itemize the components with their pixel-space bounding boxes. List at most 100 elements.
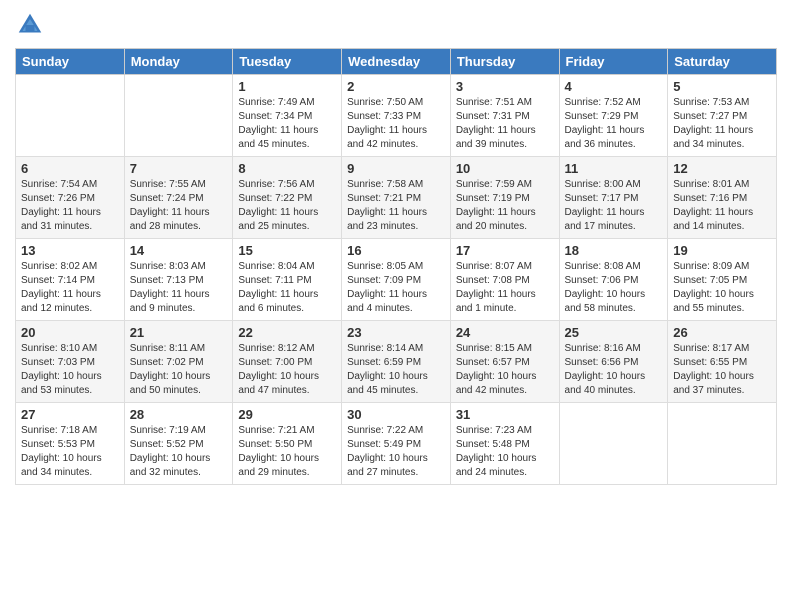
- day-number: 27: [21, 407, 119, 422]
- calendar-cell: 21 Sunrise: 8:11 AM Sunset: 7:02 PM Dayli…: [124, 321, 233, 403]
- calendar-week-row: 6 Sunrise: 7:54 AM Sunset: 7:26 PM Daylig…: [16, 157, 777, 239]
- day-info: Sunrise: 7:21 AM Sunset: 5:50 PM Dayligh…: [238, 424, 336, 480]
- day-info: Sunrise: 8:04 AM Sunset: 7:11 PM Dayligh…: [238, 260, 336, 316]
- day-info: Sunrise: 8:07 AM Sunset: 7:08 PM Dayligh…: [456, 260, 554, 316]
- day-info: Sunrise: 8:02 AM Sunset: 7:14 PM Dayligh…: [21, 260, 119, 316]
- weekday-header: Thursday: [450, 49, 559, 75]
- calendar-cell: 26 Sunrise: 8:17 AM Sunset: 6:55 PM Dayli…: [668, 321, 777, 403]
- day-number: 11: [565, 161, 663, 176]
- day-info: Sunrise: 8:17 AM Sunset: 6:55 PM Dayligh…: [673, 342, 771, 398]
- weekday-header: Wednesday: [342, 49, 451, 75]
- day-info: Sunrise: 7:23 AM Sunset: 5:48 PM Dayligh…: [456, 424, 554, 480]
- day-number: 12: [673, 161, 771, 176]
- day-info: Sunrise: 7:51 AM Sunset: 7:31 PM Dayligh…: [456, 96, 554, 152]
- day-number: 16: [347, 243, 445, 258]
- day-number: 10: [456, 161, 554, 176]
- day-info: Sunrise: 7:55 AM Sunset: 7:24 PM Dayligh…: [130, 178, 228, 234]
- weekday-row: SundayMondayTuesdayWednesdayThursdayFrid…: [16, 49, 777, 75]
- day-info: Sunrise: 8:03 AM Sunset: 7:13 PM Dayligh…: [130, 260, 228, 316]
- calendar-cell: 11 Sunrise: 8:00 AM Sunset: 7:17 PM Dayli…: [559, 157, 668, 239]
- day-info: Sunrise: 7:52 AM Sunset: 7:29 PM Dayligh…: [565, 96, 663, 152]
- day-number: 9: [347, 161, 445, 176]
- day-info: Sunrise: 7:54 AM Sunset: 7:26 PM Dayligh…: [21, 178, 119, 234]
- calendar-cell: 8 Sunrise: 7:56 AM Sunset: 7:22 PM Daylig…: [233, 157, 342, 239]
- header: [15, 10, 777, 40]
- calendar-cell: 17Sunrise: 8:07 AM Sunset: 7:08 PM Dayli…: [450, 239, 559, 321]
- day-info: Sunrise: 7:59 AM Sunset: 7:19 PM Dayligh…: [456, 178, 554, 234]
- calendar-cell: 30 Sunrise: 7:22 AM Sunset: 5:49 PM Dayli…: [342, 403, 451, 485]
- calendar-cell: 12Sunrise: 8:01 AM Sunset: 7:16 PM Dayli…: [668, 157, 777, 239]
- calendar-body: 1 Sunrise: 7:49 AM Sunset: 7:34 PM Daylig…: [16, 75, 777, 485]
- calendar-cell: 27Sunrise: 7:18 AM Sunset: 5:53 PM Dayli…: [16, 403, 125, 485]
- calendar-cell: [16, 75, 125, 157]
- day-info: Sunrise: 7:50 AM Sunset: 7:33 PM Dayligh…: [347, 96, 445, 152]
- calendar-table: SundayMondayTuesdayWednesdayThursdayFrid…: [15, 48, 777, 485]
- calendar-week-row: 13 Sunrise: 8:02 AM Sunset: 7:14 PM Dayli…: [16, 239, 777, 321]
- calendar-cell: 10 Sunrise: 7:59 AM Sunset: 7:19 PM Dayli…: [450, 157, 559, 239]
- day-number: 15: [238, 243, 336, 258]
- calendar-cell: 31 Sunrise: 7:23 AM Sunset: 5:48 PM Dayli…: [450, 403, 559, 485]
- day-info: Sunrise: 8:05 AM Sunset: 7:09 PM Dayligh…: [347, 260, 445, 316]
- weekday-header: Saturday: [668, 49, 777, 75]
- calendar-cell: 16 Sunrise: 8:05 AM Sunset: 7:09 PM Dayli…: [342, 239, 451, 321]
- calendar-cell: 2 Sunrise: 7:50 AM Sunset: 7:33 PM Daylig…: [342, 75, 451, 157]
- calendar-cell: 5 Sunrise: 7:53 AM Sunset: 7:27 PM Daylig…: [668, 75, 777, 157]
- day-number: 24: [456, 325, 554, 340]
- calendar-cell: 15 Sunrise: 8:04 AM Sunset: 7:11 PM Dayli…: [233, 239, 342, 321]
- calendar-cell: 14 Sunrise: 8:03 AM Sunset: 7:13 PM Dayli…: [124, 239, 233, 321]
- day-info: Sunrise: 7:22 AM Sunset: 5:49 PM Dayligh…: [347, 424, 445, 480]
- day-number: 26: [673, 325, 771, 340]
- day-number: 21: [130, 325, 228, 340]
- calendar-cell: 20 Sunrise: 8:10 AM Sunset: 7:03 PM Dayli…: [16, 321, 125, 403]
- day-info: Sunrise: 7:56 AM Sunset: 7:22 PM Dayligh…: [238, 178, 336, 234]
- day-number: 20: [21, 325, 119, 340]
- weekday-header: Monday: [124, 49, 233, 75]
- day-number: 30: [347, 407, 445, 422]
- calendar-cell: 18Sunrise: 8:08 AM Sunset: 7:06 PM Dayli…: [559, 239, 668, 321]
- day-number: 29: [238, 407, 336, 422]
- day-number: 4: [565, 79, 663, 94]
- calendar-cell: 7Sunrise: 7:55 AM Sunset: 7:24 PM Daylig…: [124, 157, 233, 239]
- page: SundayMondayTuesdayWednesdayThursdayFrid…: [0, 0, 792, 612]
- logo-icon: [15, 10, 45, 40]
- day-info: Sunrise: 8:16 AM Sunset: 6:56 PM Dayligh…: [565, 342, 663, 398]
- calendar-cell: 6 Sunrise: 7:54 AM Sunset: 7:26 PM Daylig…: [16, 157, 125, 239]
- day-info: Sunrise: 8:14 AM Sunset: 6:59 PM Dayligh…: [347, 342, 445, 398]
- calendar-cell: 24 Sunrise: 8:15 AM Sunset: 6:57 PM Dayli…: [450, 321, 559, 403]
- calendar-cell: [668, 403, 777, 485]
- day-info: Sunrise: 7:49 AM Sunset: 7:34 PM Dayligh…: [238, 96, 336, 152]
- calendar-cell: [124, 75, 233, 157]
- calendar-cell: 1 Sunrise: 7:49 AM Sunset: 7:34 PM Daylig…: [233, 75, 342, 157]
- day-number: 2: [347, 79, 445, 94]
- day-info: Sunrise: 7:58 AM Sunset: 7:21 PM Dayligh…: [347, 178, 445, 234]
- day-number: 1: [238, 79, 336, 94]
- day-number: 23: [347, 325, 445, 340]
- calendar-cell: 4 Sunrise: 7:52 AM Sunset: 7:29 PM Daylig…: [559, 75, 668, 157]
- calendar-cell: 28 Sunrise: 7:19 AM Sunset: 5:52 PM Dayli…: [124, 403, 233, 485]
- day-number: 25: [565, 325, 663, 340]
- calendar-header: SundayMondayTuesdayWednesdayThursdayFrid…: [16, 49, 777, 75]
- day-number: 28: [130, 407, 228, 422]
- weekday-header: Friday: [559, 49, 668, 75]
- day-info: Sunrise: 8:00 AM Sunset: 7:17 PM Dayligh…: [565, 178, 663, 234]
- calendar-cell: 3 Sunrise: 7:51 AM Sunset: 7:31 PM Daylig…: [450, 75, 559, 157]
- calendar-cell: 9 Sunrise: 7:58 AM Sunset: 7:21 PM Daylig…: [342, 157, 451, 239]
- calendar-cell: 22Sunrise: 8:12 AM Sunset: 7:00 PM Dayli…: [233, 321, 342, 403]
- day-info: Sunrise: 8:15 AM Sunset: 6:57 PM Dayligh…: [456, 342, 554, 398]
- calendar-week-row: 1 Sunrise: 7:49 AM Sunset: 7:34 PM Daylig…: [16, 75, 777, 157]
- calendar-cell: 25 Sunrise: 8:16 AM Sunset: 6:56 PM Dayli…: [559, 321, 668, 403]
- day-info: Sunrise: 8:08 AM Sunset: 7:06 PM Dayligh…: [565, 260, 663, 316]
- day-number: 14: [130, 243, 228, 258]
- day-number: 8: [238, 161, 336, 176]
- day-number: 13: [21, 243, 119, 258]
- weekday-header: Sunday: [16, 49, 125, 75]
- day-info: Sunrise: 8:10 AM Sunset: 7:03 PM Dayligh…: [21, 342, 119, 398]
- day-info: Sunrise: 7:19 AM Sunset: 5:52 PM Dayligh…: [130, 424, 228, 480]
- day-number: 3: [456, 79, 554, 94]
- day-number: 22: [238, 325, 336, 340]
- day-number: 5: [673, 79, 771, 94]
- day-info: Sunrise: 8:11 AM Sunset: 7:02 PM Dayligh…: [130, 342, 228, 398]
- day-info: Sunrise: 7:53 AM Sunset: 7:27 PM Dayligh…: [673, 96, 771, 152]
- day-number: 6: [21, 161, 119, 176]
- day-number: 31: [456, 407, 554, 422]
